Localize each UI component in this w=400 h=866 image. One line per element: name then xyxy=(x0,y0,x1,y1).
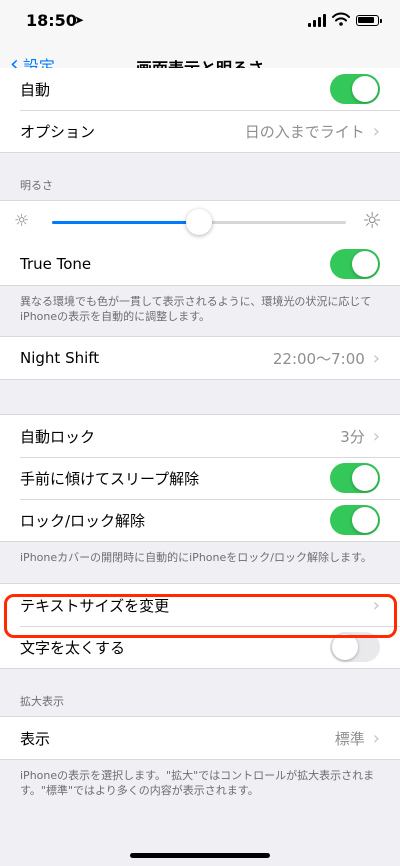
brightness-slider-row: ☼ ☼ xyxy=(0,201,400,243)
appearance-group: 自動 オプション 日の入までライト › xyxy=(0,68,400,153)
lock-unlock-row: ロック/ロック解除 xyxy=(0,499,400,541)
sun-large-icon: ☼ xyxy=(362,209,382,234)
truetone-row: True Tone xyxy=(0,243,400,285)
lock-group: 自動ロック 3分 › 手前に傾けてスリープ解除 ロック/ロック解除 xyxy=(0,414,400,542)
autolock-value: 3分 xyxy=(340,427,365,446)
zoom-view-label: 表示 xyxy=(20,729,51,748)
bold-text-row: 文字を太くする xyxy=(0,626,400,668)
battery-icon xyxy=(356,15,382,26)
zoom-view-row[interactable]: 表示 標準 › xyxy=(0,717,400,759)
truetone-label: True Tone xyxy=(20,255,92,273)
night-shift-value: 22:00〜7:00 xyxy=(272,349,365,368)
automatic-row: 自動 xyxy=(0,68,400,110)
night-shift-group: Night Shift 22:00〜7:00 › xyxy=(0,336,400,380)
bold-text-toggle[interactable] xyxy=(330,632,380,662)
zoom-footer: iPhoneの表示を選択します。"拡大"ではコントロールが拡大表示されます。"標… xyxy=(20,769,375,797)
text-size-row[interactable]: テキストサイズを変更 › xyxy=(0,584,400,626)
chevron-right-icon: › xyxy=(372,425,380,447)
night-shift-label: Night Shift xyxy=(20,349,100,367)
raise-to-wake-row: 手前に傾けてスリープ解除 xyxy=(0,457,400,499)
brightness-group: ☼ ☼ True Tone xyxy=(0,200,400,286)
status-time: 18:50 xyxy=(26,11,77,30)
zoom-header: 拡大表示 xyxy=(20,695,64,708)
brightness-header: 明るさ xyxy=(20,179,53,192)
brightness-slider[interactable] xyxy=(52,209,346,235)
lock-unlock-label: ロック/ロック解除 xyxy=(20,511,146,530)
brightness-slider-fill xyxy=(52,221,199,224)
home-indicator xyxy=(130,853,270,858)
night-shift-row[interactable]: Night Shift 22:00〜7:00 › xyxy=(0,337,400,379)
raise-to-wake-toggle[interactable] xyxy=(330,463,380,493)
sun-small-icon: ☼ xyxy=(14,211,30,231)
options-label: オプション xyxy=(20,122,96,141)
automatic-toggle[interactable] xyxy=(330,74,380,104)
lock-unlock-toggle[interactable] xyxy=(330,505,380,535)
location-arrow-icon: ➤ xyxy=(74,13,85,27)
bold-text-label: 文字を太くする xyxy=(20,638,126,657)
autolock-row[interactable]: 自動ロック 3分 › xyxy=(0,415,400,457)
truetone-toggle[interactable] xyxy=(330,249,380,279)
text-size-label: テキストサイズを変更 xyxy=(20,596,170,615)
automatic-label: 自動 xyxy=(20,80,51,99)
zoom-group: 表示 標準 › xyxy=(0,716,400,760)
chevron-right-icon: › xyxy=(372,594,380,616)
brightness-slider-thumb[interactable] xyxy=(186,209,212,235)
wifi-icon xyxy=(332,12,350,26)
text-group: テキストサイズを変更 › 文字を太くする xyxy=(0,583,400,669)
chevron-right-icon: › xyxy=(372,120,380,142)
options-row[interactable]: オプション 日の入までライト › xyxy=(0,110,400,152)
zoom-view-value: 標準 xyxy=(334,729,365,748)
chevron-right-icon: › xyxy=(372,727,380,749)
truetone-footer: 異なる環境でも色が一貫して表示されるように、環境光の状況に応じてiPhoneの表… xyxy=(20,295,372,323)
lock-footer: iPhoneカバーの開閉時に自動的にiPhoneをロック/ロック解除します。 xyxy=(20,551,372,564)
settings-list: 自動 オプション 日の入までライト › 明るさ ☼ ☼ True Tone 異な… xyxy=(0,68,400,808)
status-bar: 18:50 ➤ xyxy=(0,0,400,44)
raise-to-wake-label: 手前に傾けてスリープ解除 xyxy=(20,469,200,488)
options-value: 日の入までライト xyxy=(244,122,365,141)
chevron-right-icon: › xyxy=(372,347,380,369)
autolock-label: 自動ロック xyxy=(20,427,96,446)
cellular-signal-icon xyxy=(308,14,328,27)
